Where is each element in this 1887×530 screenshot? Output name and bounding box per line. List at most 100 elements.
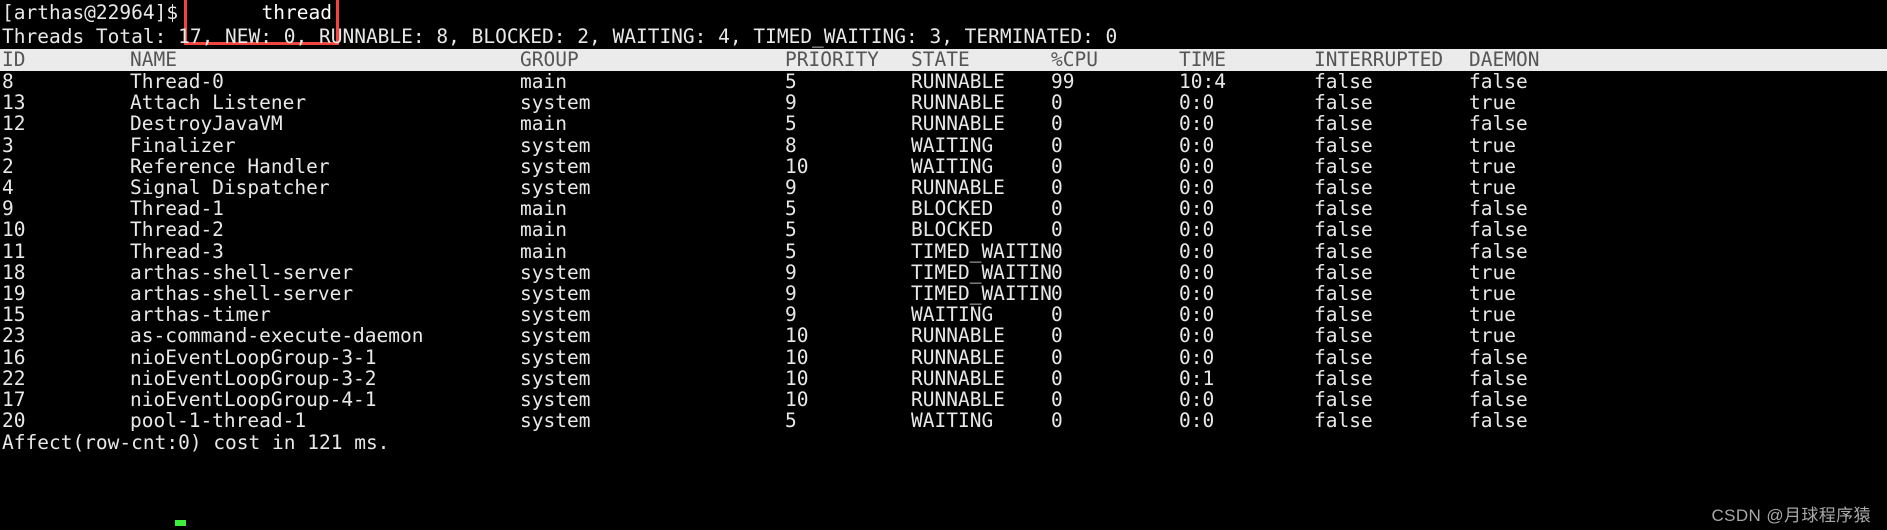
cell-interrupted: false (1314, 113, 1469, 135)
cell-daemon: true (1469, 325, 1887, 347)
table-row[interactable]: 22 nioEventLoopGroup-3-2 system 10 RUNNABLE 0… (0, 368, 1887, 390)
table-row[interactable]: 20 pool-1-thread-1 system 5 WAITING 0 0:0 false… (0, 410, 1887, 432)
column-header-interrupted[interactable]: INTERRUPTED (1314, 49, 1469, 71)
cell-priority: 5 (785, 219, 911, 241)
cell-state: WAITING (911, 410, 1051, 432)
cell-group: system (520, 346, 785, 368)
cell-daemon: false (1469, 410, 1887, 432)
threads-table: ID NAME GROUP PRIORITY STATE %CPU TIME I… (0, 49, 1887, 432)
cell-time: 0:0 (1179, 113, 1314, 135)
command-input[interactable]: thread (262, 1, 332, 24)
cell-interrupted: false (1314, 368, 1469, 390)
cell-interrupted: false (1314, 389, 1469, 411)
cell-group: main (520, 113, 785, 135)
cell-cpu: 0 (1051, 262, 1179, 284)
table-row[interactable]: 16 nioEventLoopGroup-3-1 system 10 RUNNABLE 0… (0, 346, 1887, 368)
cell-id: 13 (0, 92, 130, 114)
cell-time: 0:0 (1179, 410, 1314, 432)
cell-interrupted: false (1314, 219, 1469, 241)
cell-cpu: 0 (1051, 325, 1179, 347)
cell-name: arthas-shell-server (130, 262, 520, 284)
cell-interrupted: false (1314, 198, 1469, 220)
cell-name: Signal Dispatcher (130, 177, 520, 199)
cell-cpu: 99 (1051, 71, 1179, 93)
column-header-cpu[interactable]: %CPU (1051, 49, 1179, 71)
cell-state: TIMED_WAITIN (911, 239, 1052, 263)
cell-id: 2 (0, 156, 130, 178)
table-row[interactable]: 12 DestroyJavaVM main 5 RUNNABLE 0 0:0 false fal… (0, 113, 1887, 135)
cell-time: 0:0 (1179, 304, 1314, 326)
table-row[interactable]: 3 Finalizer system 8 WAITING 0 0:0 false true (0, 134, 1887, 156)
cell-priority: 5 (785, 410, 911, 432)
cell-name: Finalizer (130, 134, 520, 156)
cell-group: system (520, 156, 785, 178)
cell-group: system (520, 304, 785, 326)
prompt-line: [arthas@22964]$ thread (0, 0, 1887, 45)
cell-group: main (520, 198, 785, 220)
column-header-time[interactable]: TIME (1179, 49, 1314, 71)
cell-priority: 10 (785, 368, 911, 390)
cell-cpu: 0 (1051, 92, 1179, 114)
column-header-name[interactable]: NAME (130, 49, 520, 71)
cell-daemon: true (1469, 92, 1887, 114)
cell-name: Thread-3 (130, 240, 520, 262)
cell-id: 11 (0, 240, 130, 262)
cell-id: 12 (0, 113, 130, 135)
cell-interrupted: false (1314, 240, 1469, 262)
column-header-group[interactable]: GROUP (520, 49, 785, 71)
cell-interrupted: false (1314, 177, 1469, 199)
cell-interrupted: false (1314, 304, 1469, 326)
cell-cpu: 0 (1051, 304, 1179, 326)
cell-state: RUNNABLE (911, 92, 1051, 114)
column-header-id[interactable]: ID (0, 49, 130, 71)
cell-priority: 9 (785, 92, 911, 114)
cell-daemon: false (1469, 389, 1887, 411)
cell-priority: 5 (785, 198, 911, 220)
cell-time: 10:4 (1179, 71, 1314, 93)
cell-priority: 5 (785, 240, 911, 262)
table-row[interactable]: 11 Thread-3 main 5 TIMED_WAITIN 0 0:0 false fals… (0, 239, 1887, 263)
table-row[interactable]: 19 arthas-shell-server system 9 TIMED_WAITIN… (0, 283, 1887, 305)
cell-state: RUNNABLE (911, 113, 1051, 135)
cell-group: system (520, 389, 785, 411)
column-header-daemon[interactable]: DAEMON (1469, 49, 1887, 71)
cell-state: WAITING (911, 156, 1051, 178)
cell-daemon: false (1469, 71, 1887, 93)
terminal-window: [arthas@22964]$ thread Threads Total: 17… (0, 0, 1887, 530)
table-row[interactable]: 18 arthas-shell-server system 9 TIMED_WAITIN… (0, 260, 1887, 284)
cell-cpu: 0 (1051, 177, 1179, 199)
cell-id: 4 (0, 177, 130, 199)
cell-group: system (520, 410, 785, 432)
cell-group: system (520, 177, 785, 199)
table-row[interactable]: 13 Attach Listener system 9 RUNNABLE 0 0:0 fals… (0, 92, 1887, 114)
cell-id: 3 (0, 134, 130, 156)
cell-interrupted: false (1314, 134, 1469, 156)
cell-id: 10 (0, 219, 130, 241)
table-row[interactable]: 17 nioEventLoopGroup-4-1 system 10 RUNNABLE 0… (0, 389, 1887, 411)
table-row[interactable]: 15 arthas-timer system 9 WAITING 0 0:0 false tru… (0, 304, 1887, 326)
cell-priority: 9 (785, 262, 911, 284)
cell-state: WAITING (911, 304, 1051, 326)
cell-name: pool-1-thread-1 (130, 410, 520, 432)
cell-time: 0:0 (1179, 240, 1314, 262)
cell-interrupted: false (1314, 346, 1469, 368)
table-row[interactable]: 23 as-command-execute-daemon system 10 RUNNA… (0, 325, 1887, 347)
table-row[interactable]: 4 Signal Dispatcher system 9 RUNNABLE 0 0:0 fal… (0, 177, 1887, 199)
terminal-cursor (175, 520, 186, 526)
cell-cpu: 0 (1051, 134, 1179, 156)
cell-daemon: false (1469, 198, 1887, 220)
column-header-priority[interactable]: PRIORITY (785, 49, 911, 71)
table-row[interactable]: 8 Thread-0 main 5 RUNNABLE 99 10:4 false false (0, 71, 1887, 93)
threads-summary-line: Threads Total: 17, NEW: 0, RUNNABLE: 8, … (2, 25, 1118, 48)
cell-name: Thread-0 (130, 71, 520, 93)
table-row[interactable]: 2 Reference Handler system 10 WAITING 0 0:0 fal… (0, 156, 1887, 178)
cell-priority: 9 (785, 283, 911, 305)
cell-cpu: 0 (1051, 240, 1179, 262)
cell-state: TIMED_WAITIN (911, 260, 1052, 284)
cell-time: 0:0 (1179, 325, 1314, 347)
cell-state: BLOCKED (911, 219, 1051, 241)
column-header-state[interactable]: STATE (911, 49, 1051, 71)
cell-cpu: 0 (1051, 283, 1179, 305)
table-row[interactable]: 10 Thread-2 main 5 BLOCKED 0 0:0 false false (0, 219, 1887, 241)
table-row[interactable]: 9 Thread-1 main 5 BLOCKED 0 0:0 false false (0, 198, 1887, 220)
